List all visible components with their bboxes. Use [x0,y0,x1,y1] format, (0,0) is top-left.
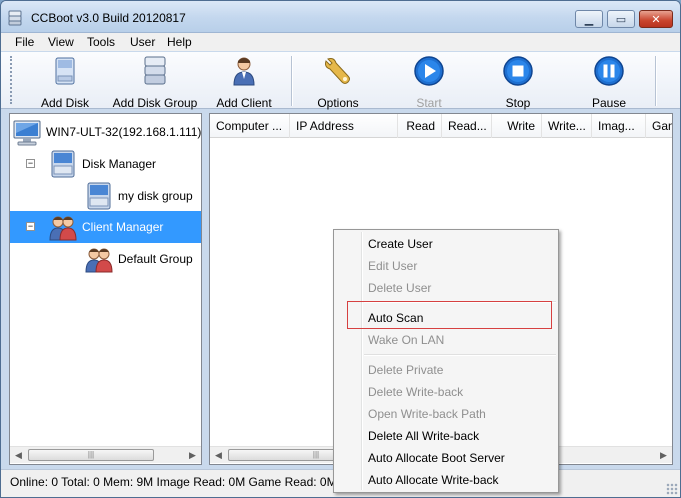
tree-server-label: WIN7-ULT-32(192.168.1.111) [46,125,202,139]
add-disk-label: Add Disk [40,96,90,110]
pause-icon [594,56,624,86]
menu-tools[interactable]: Tools [87,35,115,49]
tree-item-server[interactable]: WIN7-ULT-32(192.168.1.111) [12,116,201,148]
menu-edit-user[interactable]: Edit User [368,256,417,276]
tree-item-client-manager[interactable]: − Client Manager [10,211,201,243]
tree-client-manager-label: Client Manager [82,220,164,234]
options-label: Options [317,96,359,110]
add-disk-group-label: Add Disk Group [112,96,198,110]
pause-label: Pause [591,96,627,110]
menu-auto-allocate-boot-server[interactable]: Auto Allocate Boot Server [368,448,505,468]
tree-item-disk-manager[interactable]: Disk Manager [48,148,156,180]
window-title: CCBoot v3.0 Build 20120817 [31,11,186,25]
column-write-speed[interactable]: Write... [542,114,592,138]
scroll-right-icon[interactable]: ▶ [184,447,201,463]
toolbar: Add Disk Add Disk Group Add Client Optio… [1,52,680,110]
tree-scroll-thumb[interactable]: ||| [28,449,154,461]
tree-horizontal-scrollbar[interactable]: ◀ ||| ▶ [10,446,201,463]
list-header: Computer ... IP Address Read Read... Wri… [210,114,672,138]
main-window: CCBoot v3.0 Build 20120817 ▁ ▭ ✕ File Vi… [0,0,681,498]
add-disk-group-button[interactable]: Add Disk Group [109,55,201,110]
maximize-button[interactable]: ▭ [607,10,635,28]
menu-auto-scan[interactable]: Auto Scan [368,308,423,328]
start-button[interactable]: Start [405,55,453,110]
menu-file[interactable]: File [15,35,34,49]
maximize-icon: ▭ [615,13,627,26]
toolbar-grip[interactable] [10,56,13,104]
expand-disk-manager[interactable]: − [26,159,35,168]
tree-disk-manager-label: Disk Manager [82,157,157,171]
menu-view[interactable]: View [48,35,74,49]
column-game[interactable]: Gam [646,114,672,138]
tree-default-group-label: Default Group [118,252,193,266]
disk-group-icon [87,182,111,210]
scroll-left-icon[interactable]: ◀ [10,447,27,463]
app-icon [8,10,22,26]
menu-open-write-back-path[interactable]: Open Write-back Path [368,404,486,424]
menu-delete-all-write-back[interactable]: Delete All Write-back [368,426,479,446]
scroll-right-icon[interactable]: ▶ [655,447,672,463]
toolbar-separator [291,56,293,106]
resize-grip-icon[interactable] [666,483,678,495]
stop-button[interactable]: Stop [495,55,541,110]
users-icon [49,216,77,241]
menu-separator [364,301,556,303]
menu-help[interactable]: Help [167,35,192,49]
disk-manager-icon [51,150,75,178]
disk-icon [55,57,75,85]
wrench-icon [325,58,350,84]
tree-item-default-group[interactable]: Default Group [84,243,193,275]
menu-create-user[interactable]: Create User [368,234,433,254]
stop-icon [503,56,533,86]
add-client-label: Add Client [216,96,272,110]
start-label: Start [416,96,442,110]
toolbar-separator-end [655,56,657,106]
menu-user[interactable]: User [130,35,155,49]
column-read[interactable]: Read [398,114,442,138]
column-image[interactable]: Imag... [592,114,646,138]
menu-wake-on-lan[interactable]: Wake On LAN [368,330,444,350]
menu-delete-user[interactable]: Delete User [368,278,431,298]
users-icon [85,248,113,273]
tree-disk-group-label: my disk group [118,189,193,203]
expand-client-manager[interactable]: − [26,222,35,231]
tree-item-disk-group[interactable]: my disk group [84,180,193,212]
column-computer[interactable]: Computer ... [210,114,290,138]
column-read-speed[interactable]: Read... [442,114,492,138]
menu-auto-allocate-write-back[interactable]: Auto Allocate Write-back [368,470,499,490]
add-disk-button[interactable]: Add Disk [35,55,95,110]
add-client-button[interactable]: Add Client [213,55,275,110]
menu-delete-write-back[interactable]: Delete Write-back [368,382,463,402]
menu-separator [364,354,556,356]
minimize-button[interactable]: ▁ [575,10,603,28]
column-write[interactable]: Write [492,114,542,138]
pause-button[interactable]: Pause [585,55,633,110]
computer-icon [13,120,41,146]
context-menu: Create User Edit User Delete User Auto S… [333,229,559,493]
title-bar[interactable]: CCBoot v3.0 Build 20120817 ▁ ▭ ✕ [1,1,680,33]
status-text: Online: 0 Total: 0 Mem: 9M Image Read: 0… [10,475,344,489]
menu-delete-private[interactable]: Delete Private [368,360,443,380]
stop-label: Stop [505,96,531,110]
close-button[interactable]: ✕ [639,10,673,28]
close-icon: ✕ [651,13,661,26]
options-button[interactable]: Options [311,55,365,110]
disk-group-icon [144,56,166,85]
menu-bar: File View Tools User Help [1,33,680,51]
scroll-left-icon[interactable]: ◀ [210,447,227,463]
tree-view[interactable]: WIN7-ULT-32(192.168.1.111) − Disk Manage… [9,113,202,465]
minimize-icon: ▁ [584,13,594,26]
client-icon [233,57,255,86]
play-icon [414,56,444,86]
column-ip-address[interactable]: IP Address [290,114,398,138]
